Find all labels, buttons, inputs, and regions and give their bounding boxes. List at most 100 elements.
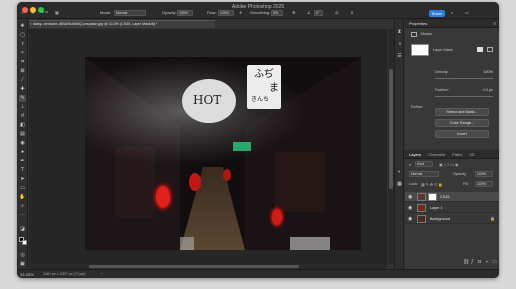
type-tool-icon[interactable]: T [19, 167, 26, 174]
vertical-sign-text-3: きんち [251, 96, 270, 103]
vertical-scroll-thumb[interactable] [389, 69, 393, 189]
properties-title: Properties [409, 21, 428, 26]
fill-field[interactable]: 100% [475, 181, 493, 187]
history-brush-tool-icon[interactable]: ↺ [19, 113, 26, 120]
smoothing-options-icon[interactable]: ⚙ [292, 10, 296, 15]
quick-select-tool-icon[interactable]: ✧ [19, 50, 26, 57]
color-range-button[interactable]: Color Range... [435, 119, 489, 127]
tab-3d[interactable]: 3D [470, 150, 475, 159]
lock-icons[interactable]: ▦ ✎ ✥ ⊡ 🔒 [421, 182, 443, 187]
adjustments-panel-icon[interactable]: ◑ [396, 41, 403, 48]
color-panel-icon[interactable]: ◐ [396, 169, 403, 176]
background-color-swatch[interactable] [22, 240, 27, 245]
pen-tool-icon[interactable]: ✒ [19, 158, 26, 165]
visibility-eye-icon[interactable]: ◉ [408, 216, 412, 222]
search-icon[interactable]: ⌕ [451, 10, 453, 15]
feather-value[interactable]: 0.0 px [465, 88, 493, 92]
density-value[interactable]: 100% [465, 70, 493, 74]
masks-section-label: Masks [421, 32, 432, 36]
tab-layers[interactable]: Layers [409, 150, 421, 159]
quick-mask-icon[interactable]: ◎ [19, 252, 26, 259]
layer-mask-thumbnail[interactable] [411, 44, 429, 56]
horizontal-scroll-thumb[interactable] [89, 265, 299, 268]
invert-button[interactable]: Invert [435, 130, 489, 138]
home-icon[interactable]: ⌂ [21, 10, 23, 15]
frame-tool-icon[interactable]: ⊠ [19, 68, 26, 75]
screen-mode-icon[interactable]: ▣ [19, 261, 26, 268]
angle-icon[interactable]: ∠ [307, 10, 311, 15]
layer-row[interactable]: ◉ Layer 1 [405, 203, 499, 213]
layer-row[interactable]: ◉ CS45 [405, 192, 499, 202]
artboard-tool-icon[interactable]: ▢ [19, 32, 26, 39]
clone-stamp-tool-icon[interactable]: ⊥ [19, 104, 26, 111]
add-vector-mask-icon[interactable] [487, 47, 493, 52]
filter-icons[interactable]: ▣ ◑ T ▭ ◉ [439, 162, 458, 167]
feather-slider[interactable] [435, 96, 493, 97]
layer-thumbnail [417, 204, 426, 212]
close-tab-icon[interactable]: × [30, 21, 32, 28]
blur-tool-icon[interactable]: ◉ [19, 140, 26, 147]
libraries-panel-icon[interactable]: ☰ [396, 53, 403, 60]
hand-tool-icon[interactable]: ✋ [19, 194, 26, 201]
smoothing-field[interactable]: 0% [271, 10, 283, 16]
angle-field[interactable]: 0° [314, 10, 323, 16]
panel-menu-icon[interactable]: ≡ [494, 19, 496, 28]
document-image[interactable]: HOT ふぢ ま きんち [85, 57, 361, 250]
blend-mode-select[interactable]: Normal [409, 171, 439, 177]
add-pixel-mask-icon[interactable] [477, 47, 483, 52]
layer-mask-thumb[interactable] [428, 193, 437, 201]
brush-tool-icon[interactable]: ✎ [19, 95, 26, 102]
visibility-eye-icon[interactable]: ◉ [408, 194, 412, 200]
layer-opacity-field[interactable]: 100% [475, 171, 493, 177]
workspace-icon[interactable]: ▭ [465, 10, 469, 15]
layer-style-icon[interactable]: ƒ [471, 259, 474, 265]
layer-row[interactable]: ◉ Background 🔒 [405, 214, 499, 224]
rectangle-tool-icon[interactable]: ▭ [19, 185, 26, 192]
visibility-eye-icon[interactable]: ◉ [408, 205, 412, 211]
healing-brush-tool-icon[interactable]: ✚ [19, 86, 26, 93]
new-group-icon[interactable]: ▭ [492, 259, 497, 265]
mode-select[interactable]: Normal [114, 10, 146, 16]
brush-preset-icon[interactable]: ✎ [31, 10, 34, 15]
opacity-field[interactable]: 100% [177, 10, 193, 16]
flow-field[interactable]: 100% [218, 10, 234, 16]
status-menu-icon[interactable]: › [101, 271, 102, 276]
document-info[interactable]: 3461 px x 2307 px (72 ppi) [43, 272, 86, 276]
path-select-tool-icon[interactable]: ➤ [19, 176, 26, 183]
history-panel-icon[interactable]: ⧗ [396, 29, 403, 36]
gradient-tool-icon[interactable]: ▤ [19, 131, 26, 138]
airbrush-icon[interactable]: ✈ [239, 10, 242, 15]
density-slider[interactable] [435, 78, 493, 79]
zoom-level[interactable]: 33.33% [20, 272, 34, 277]
link-layers-icon[interactable]: ⛓ [463, 259, 469, 265]
adjustment-layer-icon[interactable]: ◑ [485, 259, 488, 265]
eyedropper-tool-icon[interactable]: ⁄ [19, 77, 26, 84]
more-tools-icon[interactable]: ⋯ [19, 212, 26, 219]
canvas-area[interactable]: HOT ふぢ ま きんち [29, 29, 387, 264]
share-button[interactable]: Share [429, 10, 445, 17]
layer-name: Background [430, 217, 451, 221]
eraser-tool-icon[interactable]: ◧ [19, 122, 26, 129]
brush-size-picker[interactable]: ● 70 [42, 10, 48, 14]
dodge-tool-icon[interactable]: ● [19, 149, 26, 156]
tab-channels[interactable]: Channels [428, 150, 445, 159]
document-tab[interactable]: daisy--nensche-J6BAStuW6tQ-unsplash.jpg … [29, 20, 215, 28]
lock-icon: 🔒 [490, 216, 495, 221]
tab-paths[interactable]: Paths [452, 150, 462, 159]
filter-kind-select[interactable]: Kind [415, 161, 433, 167]
lock-label: Lock: [409, 182, 419, 186]
pressure-icon[interactable]: ◎ [335, 10, 339, 15]
swatches-panel-icon[interactable]: ▦ [396, 181, 403, 188]
zoom-tool-icon[interactable]: ⌕ [19, 203, 26, 210]
symmetry-icon[interactable]: ʬ [351, 10, 353, 15]
add-mask-icon[interactable]: ◘ [478, 259, 481, 265]
default-colors-icon[interactable]: ◪ [19, 226, 26, 233]
fill-label: Fill: [463, 182, 469, 186]
brush-settings-icon[interactable]: ▦ [55, 10, 59, 15]
crop-tool-icon[interactable]: ⌗ [19, 59, 26, 66]
document-tab-label: daisy--nensche-J6BAStuW6tQ-unsplash.jpg … [33, 22, 158, 26]
filter-search-icon[interactable]: ⌕ [409, 162, 411, 167]
lasso-tool-icon[interactable]: ℓ [19, 41, 26, 48]
move-tool-icon[interactable]: ✥ [19, 23, 26, 30]
select-and-mask-button[interactable]: Select and Mask... [435, 108, 489, 116]
